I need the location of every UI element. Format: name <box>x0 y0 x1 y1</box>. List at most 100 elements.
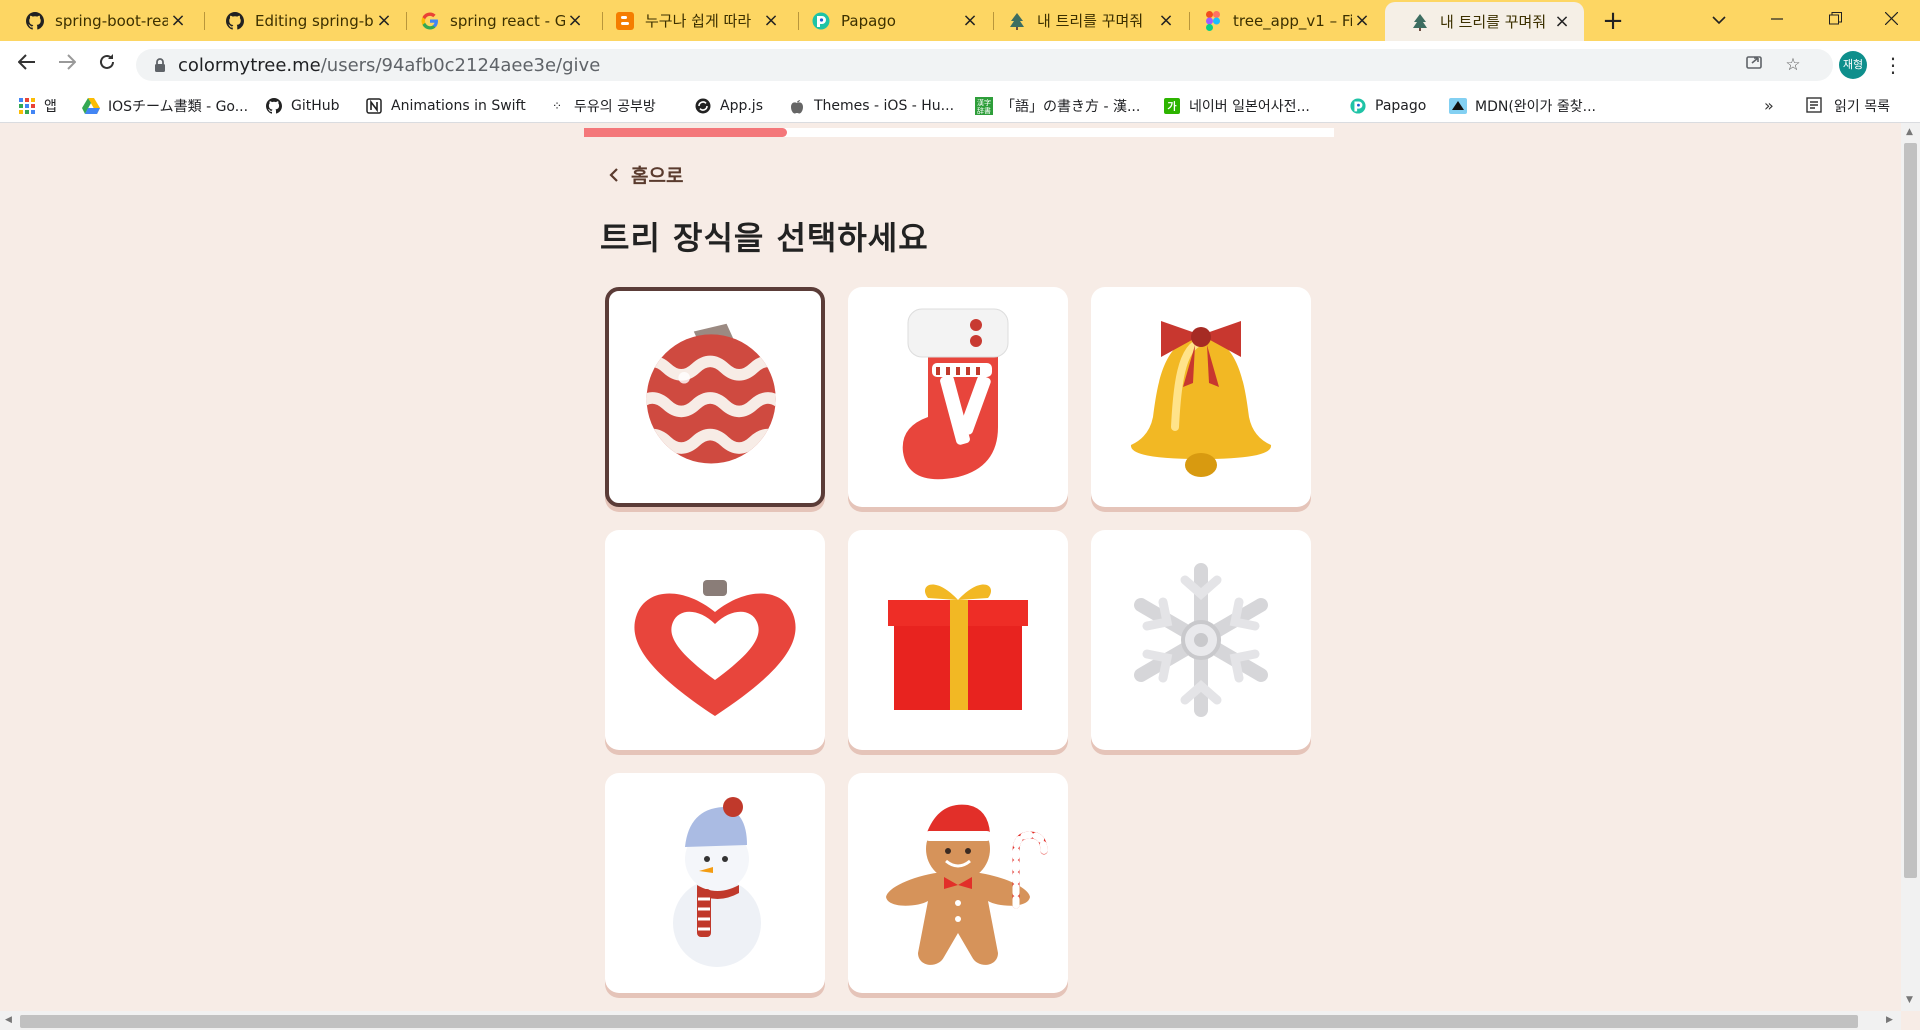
lock-icon <box>155 58 165 72</box>
vertical-scrollbar[interactable]: ▲ ▼ <box>1901 123 1920 1011</box>
tab-title: 누구나 쉽게 따라 <box>645 12 752 30</box>
bookmark-mdn[interactable]: MDN(완이가 줄찾... <box>1449 89 1596 122</box>
bookmark-themes-ios[interactable]: Themes - iOS - Hu... <box>788 89 954 122</box>
bookmark-papago[interactable]: Papago <box>1349 89 1426 122</box>
bookmark-kanji-writing[interactable]: 漢字 辞書 「語」の書き方 - 漢... <box>975 89 1140 122</box>
ball-ornament-icon <box>646 323 776 464</box>
svg-text:가: 가 <box>1167 100 1177 113</box>
url-text[interactable]: colormytree.me/users/94afb0c2124aee3e/gi… <box>178 55 600 76</box>
notion-icon <box>365 97 383 115</box>
browser-menu-icon[interactable]: ⋮ <box>1883 50 1903 80</box>
bookmark-animations-swift[interactable]: Animations in Swift <box>365 89 526 122</box>
forward-arrow-icon[interactable] <box>50 48 84 82</box>
tab-title: Papago <box>841 11 896 30</box>
scroll-down-arrow-icon[interactable]: ▼ <box>1906 995 1913 1005</box>
minimize-icon[interactable] <box>1748 0 1806 41</box>
tab-7-active[interactable]: 내 트리를 꾸며줘 × <box>1385 2 1584 41</box>
bookmark-study-room[interactable]: ⁘ 두유의 공부방 <box>548 89 656 122</box>
close-tab-icon[interactable]: × <box>1552 11 1572 32</box>
ornament-card-ball[interactable] <box>605 287 825 507</box>
ornament-card-heart[interactable] <box>605 530 825 750</box>
close-tab-icon[interactable]: × <box>168 10 188 31</box>
apple-icon <box>788 97 806 115</box>
tab-1[interactable]: Editing spring-bo × <box>200 0 406 41</box>
tab-title: 내 트리를 꾸며줘 <box>1037 12 1144 30</box>
bookmark-naver-dictionary[interactable]: 가 네이버 일본어사전... <box>1163 89 1310 122</box>
horizontal-scroll-thumb[interactable] <box>20 1015 1858 1028</box>
tab-4[interactable]: Papago × <box>786 0 992 41</box>
tab-5[interactable]: 내 트리를 꾸며줘 × <box>982 0 1188 41</box>
reload-icon[interactable] <box>90 48 124 82</box>
bookmark-label: GitHub <box>291 97 340 114</box>
tab-title: tree_app_v1 – Fig <box>1233 11 1352 30</box>
page-title: 트리 장식을 선택하세요 <box>600 219 929 257</box>
stocking-icon <box>902 308 1009 480</box>
reading-list-icon <box>1806 96 1824 115</box>
ornament-card-snowflake[interactable] <box>1091 530 1311 750</box>
reading-list-button[interactable]: 읽기 목록 <box>1806 89 1890 122</box>
address-bar[interactable]: colormytree.me/users/94afb0c2124aee3e/gi… <box>136 49 1833 81</box>
ornament-card-gift[interactable] <box>848 530 1068 750</box>
bookmark-label: Papago <box>1375 97 1427 114</box>
ornament-card-stocking[interactable] <box>848 287 1068 507</box>
heart-ornament-icon <box>634 580 796 716</box>
github-icon <box>25 11 45 31</box>
google-icon <box>420 11 440 31</box>
bookmark-star-icon[interactable]: ☆ <box>1781 53 1805 77</box>
gift-box-icon <box>888 584 1028 710</box>
dots-icon: ⁘ <box>551 98 563 113</box>
bell-icon <box>1130 321 1272 477</box>
bookmark-ios-docs[interactable]: IOSチーム書類 - Go... <box>82 89 248 122</box>
progress-fill <box>584 128 787 137</box>
more-bookmarks-button[interactable]: » <box>1764 89 1774 122</box>
back-home-link[interactable]: 홈으로 <box>607 161 683 188</box>
back-arrow-icon[interactable] <box>10 48 44 82</box>
page-content: 홈으로 트리 장식을 선택하세요 <box>0 123 1901 1011</box>
bookmark-label: IOSチーム書類 - Go... <box>108 98 249 115</box>
svg-text:漢字: 漢字 <box>977 98 991 107</box>
reading-list-label: 읽기 목록 <box>1834 98 1890 115</box>
figma-icon <box>1203 10 1223 31</box>
papago-icon <box>811 11 831 31</box>
bookmark-label: 두유의 공부방 <box>574 98 656 115</box>
close-window-icon[interactable] <box>1862 0 1920 41</box>
close-tab-icon[interactable]: × <box>565 10 585 31</box>
bookmark-label: App.js <box>720 97 763 114</box>
bookmark-github[interactable]: GitHub <box>265 89 340 122</box>
profile-avatar[interactable]: 재형 <box>1839 51 1867 79</box>
tab-0[interactable]: spring-boot-react × <box>0 0 200 41</box>
scroll-right-arrow-icon[interactable]: ▶ <box>1886 1015 1893 1025</box>
share-icon[interactable] <box>1742 53 1766 77</box>
tab-search-chevron-icon[interactable] <box>1690 0 1748 41</box>
ornament-card-gingerbread[interactable] <box>848 773 1068 993</box>
scroll-left-arrow-icon[interactable]: ◀ <box>5 1015 12 1025</box>
bookmark-appjs[interactable]: App.js <box>694 89 763 122</box>
scroll-up-arrow-icon[interactable]: ▲ <box>1906 127 1913 137</box>
horizontal-scrollbar[interactable]: ◀ ▶ <box>0 1011 1901 1030</box>
close-tab-icon[interactable]: × <box>1156 10 1176 31</box>
close-tab-icon[interactable]: × <box>1352 10 1372 31</box>
tab-3[interactable]: 누구나 쉽게 따라 × <box>590 0 793 41</box>
bookmark-apps[interactable]: 앱 <box>18 89 57 122</box>
papago-icon <box>1349 97 1367 115</box>
tab-6[interactable]: tree_app_v1 – Fig × <box>1178 0 1384 41</box>
bookmark-label: 네이버 일본어사전... <box>1189 98 1310 115</box>
close-tab-icon[interactable]: × <box>960 10 980 31</box>
tree-icon <box>1007 11 1027 31</box>
close-tab-icon[interactable]: × <box>374 10 394 31</box>
restore-icon[interactable] <box>1806 0 1864 41</box>
ornament-card-bell[interactable] <box>1091 287 1311 507</box>
vertical-scroll-thumb[interactable] <box>1904 143 1917 878</box>
ornament-card-snowman[interactable] <box>605 773 825 993</box>
blogger-icon <box>615 11 635 31</box>
close-tab-icon[interactable]: × <box>761 10 781 31</box>
snowflake-icon <box>1134 563 1268 717</box>
naver-icon: 가 <box>1163 97 1181 115</box>
gingerbread-man-icon <box>886 804 1048 965</box>
kanji-icon: 漢字 辞書 <box>975 96 993 115</box>
new-tab-button[interactable]: + <box>1598 6 1628 36</box>
tab-2[interactable]: spring react - Go × <box>395 0 597 41</box>
github-icon <box>265 97 283 115</box>
svg-text:辞書: 辞書 <box>977 106 991 115</box>
tree-icon <box>1410 12 1430 32</box>
